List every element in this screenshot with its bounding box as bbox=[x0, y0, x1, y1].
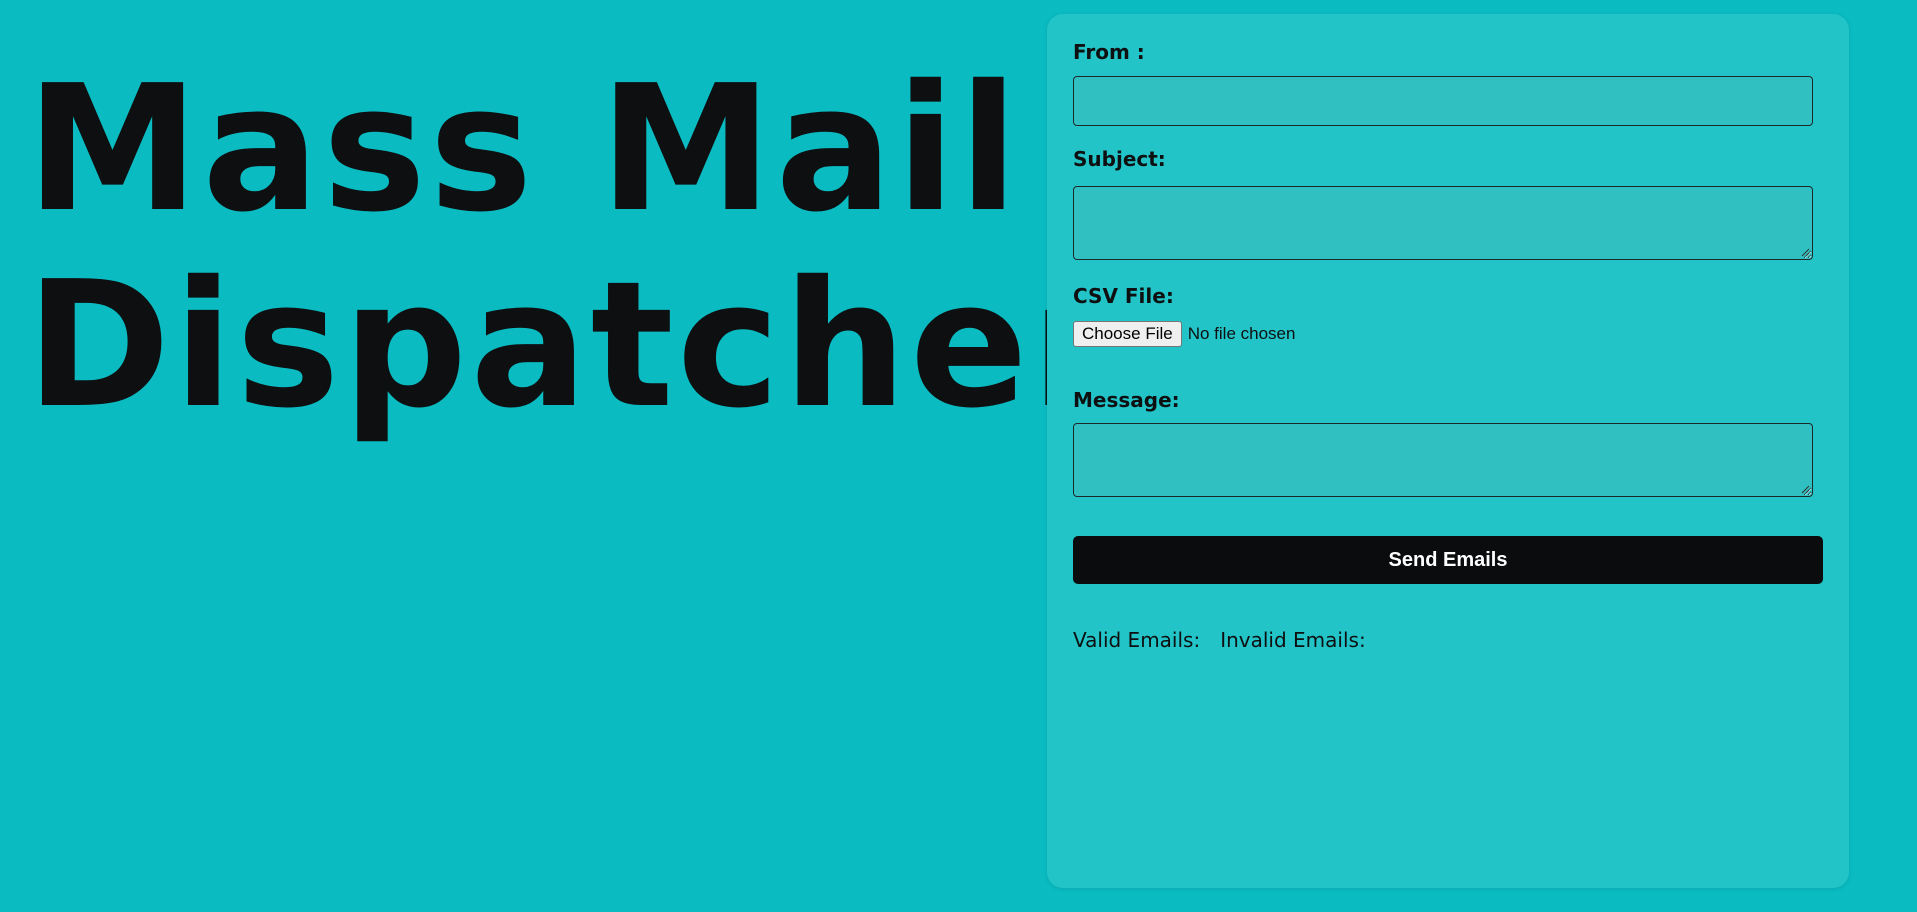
subject-label: Subject: bbox=[1073, 147, 1166, 171]
title-line-1: Mass Mail bbox=[26, 48, 1022, 251]
csv-file-label: CSV File: bbox=[1073, 284, 1174, 308]
mail-form-panel: From : Subject: CSV File: Choose File No… bbox=[1047, 14, 1849, 888]
title-line-2: Dispatcher bbox=[26, 244, 1120, 447]
from-input[interactable] bbox=[1073, 76, 1813, 126]
subject-field-wrapper bbox=[1073, 186, 1813, 260]
message-textarea[interactable] bbox=[1073, 423, 1813, 497]
from-label: From : bbox=[1073, 40, 1145, 64]
send-emails-button[interactable]: Send Emails bbox=[1073, 536, 1823, 584]
invalid-emails-label: Invalid Emails: bbox=[1220, 628, 1366, 652]
email-stats: Valid Emails: Invalid Emails: bbox=[1073, 628, 1366, 652]
message-field-wrapper bbox=[1073, 423, 1813, 497]
csv-file-input[interactable]: Choose File No file chosen bbox=[1073, 321, 1295, 347]
message-label: Message: bbox=[1073, 388, 1180, 412]
choose-file-button[interactable]: Choose File bbox=[1073, 321, 1182, 347]
file-status-text: No file chosen bbox=[1187, 324, 1296, 343]
subject-textarea[interactable] bbox=[1073, 186, 1813, 260]
valid-emails-label: Valid Emails: bbox=[1073, 628, 1201, 652]
page-title: Mass Mail Dispatcher bbox=[26, 52, 1120, 444]
